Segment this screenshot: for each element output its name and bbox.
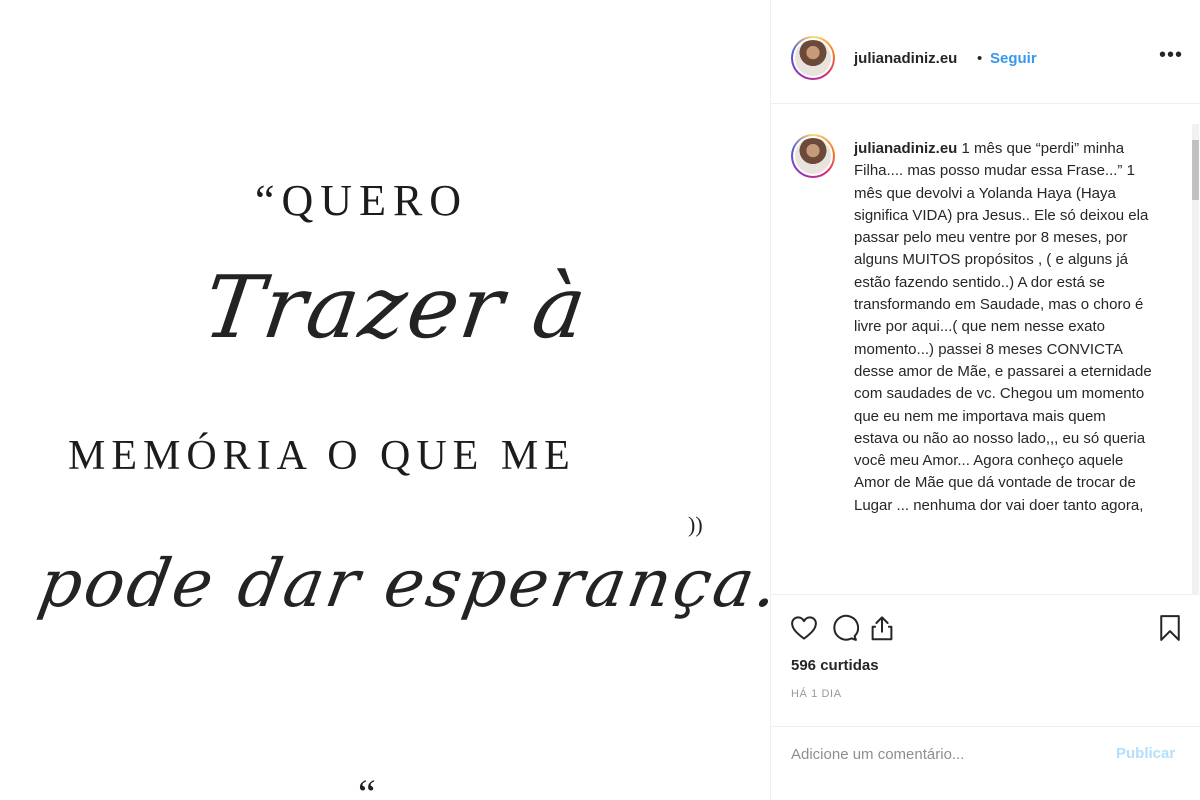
quote-script-esperanca: pode dar esperança. — [33, 545, 770, 622]
follow-button[interactable]: Seguir — [990, 50, 1037, 67]
share-icon[interactable] — [867, 613, 897, 643]
header-username-link[interactable]: julianadiniz.eu — [854, 50, 957, 67]
quote-next-fragment: “ — [358, 771, 376, 800]
post-side-panel: julianadiniz.eu • Seguir ••• julianadini… — [770, 0, 1200, 800]
caption-body: 1 mês que “perdi” minha Filha.... mas po… — [854, 140, 1152, 514]
post-header: julianadiniz.eu • Seguir ••• — [771, 0, 1200, 104]
heart-icon[interactable] — [789, 613, 819, 643]
post-image[interactable]: “QUERO Trazer à MEMÓRIA O QUE ME )) pode… — [0, 0, 770, 800]
bookmark-icon[interactable] — [1155, 613, 1185, 643]
quote-closing-mark: )) — [688, 512, 703, 537]
more-options-icon[interactable]: ••• — [1159, 44, 1183, 67]
comment-bar: Publicar — [771, 726, 1200, 800]
scrollbar-thumb[interactable] — [1192, 140, 1199, 200]
comment-input[interactable] — [791, 742, 1091, 766]
avatar[interactable] — [791, 36, 835, 80]
comment-icon[interactable] — [829, 613, 859, 643]
comments-area: julianadiniz.eu 1 mês que “perdi” minha … — [771, 104, 1200, 594]
quote-line-memoria: MEMÓRIA O QUE ME — [68, 433, 576, 479]
quote-line-quero: “QUERO — [255, 176, 469, 225]
header-separator: • — [977, 50, 983, 67]
post-timestamp[interactable]: HÁ 1 DIA — [791, 688, 842, 700]
publish-button[interactable]: Publicar — [1116, 745, 1175, 762]
caption-avatar[interactable] — [791, 134, 835, 178]
likes-count[interactable]: 596 curtidas — [791, 657, 879, 674]
caption-text: julianadiniz.eu 1 mês que “perdi” minha … — [854, 138, 1154, 517]
comments-scrollbar[interactable] — [1192, 124, 1199, 594]
quote-script-trazer: Trazer à — [197, 258, 594, 358]
caption-username-link[interactable]: julianadiniz.eu — [854, 140, 957, 157]
post-actions: 596 curtidas HÁ 1 DIA — [771, 594, 1200, 726]
